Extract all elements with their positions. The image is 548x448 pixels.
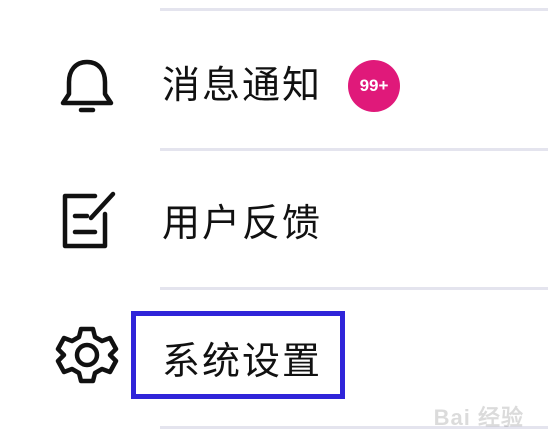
baidu-jingyan-watermark: Bai 经验 xyxy=(433,405,524,430)
feedback-edit-icon xyxy=(55,188,119,252)
notification-count-badge: 99+ xyxy=(348,60,400,112)
settings-highlight-box xyxy=(131,311,345,399)
menu-label-notifications: 消息通知 xyxy=(162,63,323,107)
menu-item-notifications[interactable]: 消息通知 99+ xyxy=(0,20,548,140)
divider-1 xyxy=(160,148,548,151)
divider-2 xyxy=(160,287,548,290)
divider-top xyxy=(160,8,548,11)
bell-icon xyxy=(55,54,119,118)
menu-item-feedback[interactable]: 用户反馈 xyxy=(0,160,548,280)
menu-label-feedback: 用户反馈 xyxy=(162,201,323,245)
gear-icon xyxy=(55,323,119,387)
